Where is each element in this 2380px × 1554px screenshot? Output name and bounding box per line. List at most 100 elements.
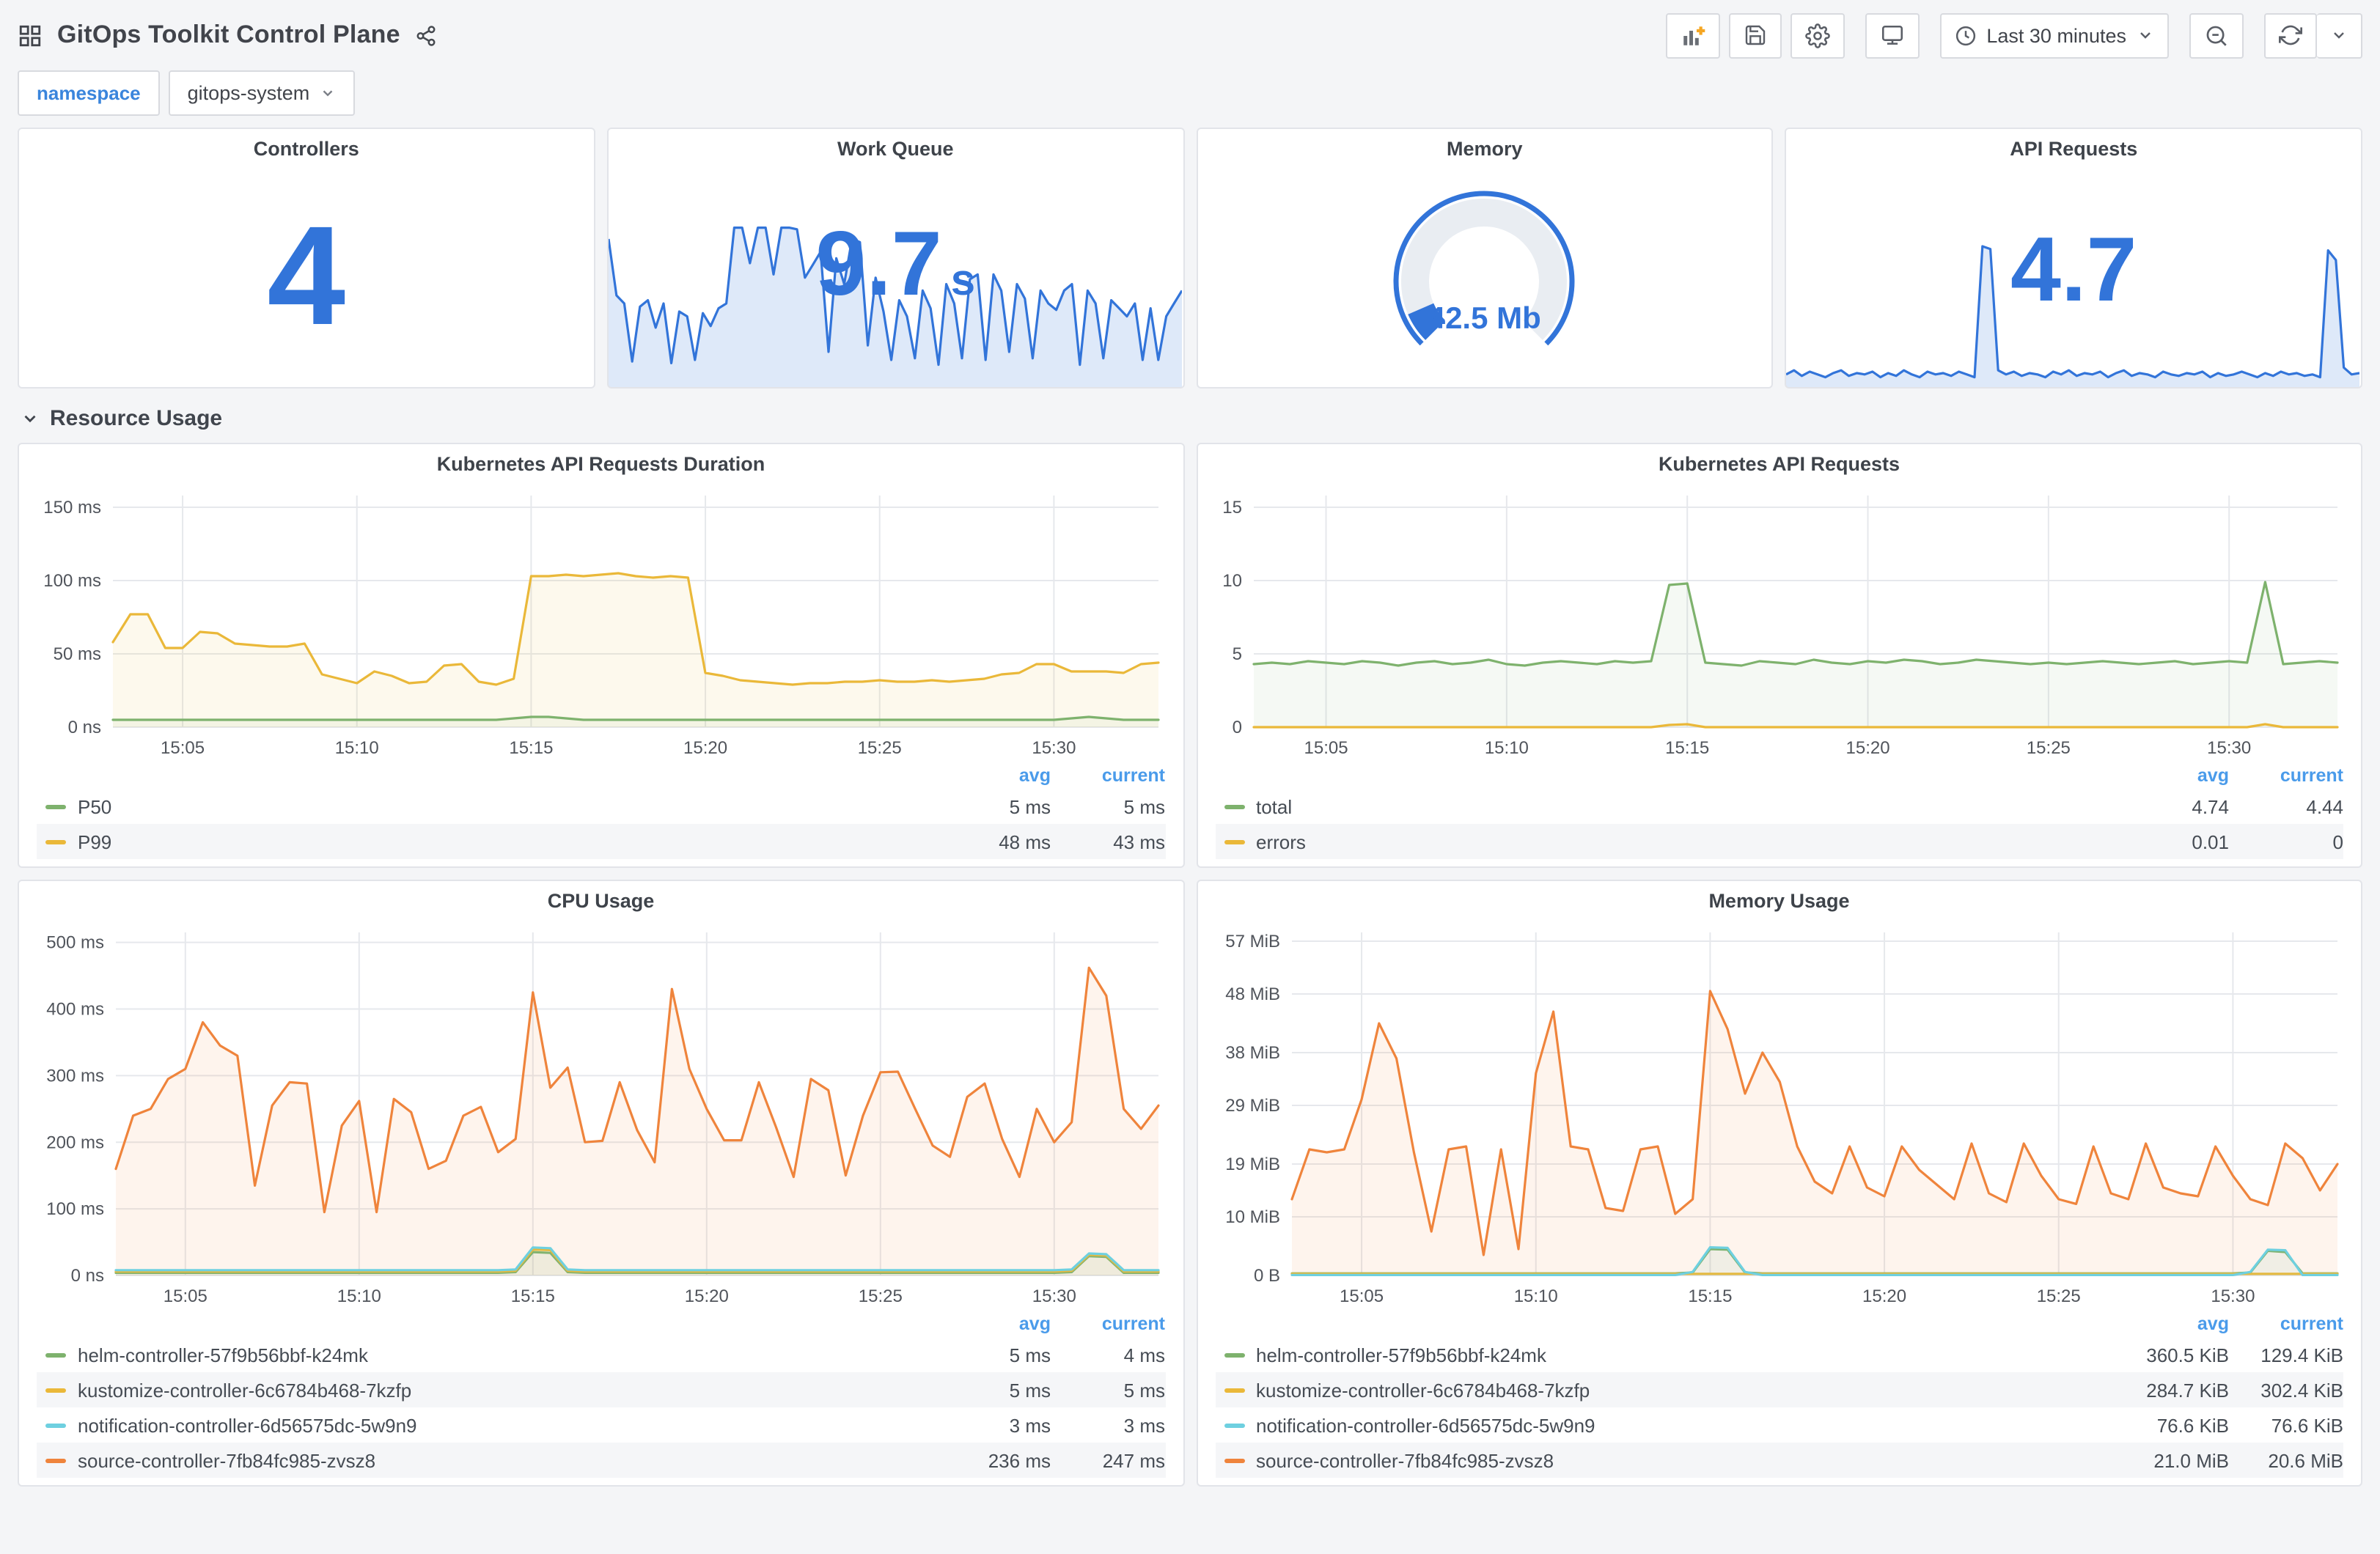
series-color-swatch [1224,839,1244,844]
submenu: namespace gitops-system [0,67,2380,128]
monitor-icon [1879,23,1904,48]
panel-title[interactable]: Memory [1197,129,1772,163]
series-label[interactable]: helm-controller-57f9b56bbf-k24mk [78,1344,936,1366]
legend: avg current total 4.74 4.44 errors 0.01 … [1209,762,2349,859]
page-title: GitOps Toolkit Control Plane [57,21,400,48]
series-color-swatch [1224,1388,1244,1392]
series-avg: 5 ms [1009,795,1051,817]
svg-text:15:15: 15:15 [1687,1286,1731,1306]
svg-text:29 MiB: 29 MiB [1224,1096,1279,1116]
chevron-down-icon [2330,26,2348,44]
dashboard-header: GitOps Toolkit Control Plane Last 30 min… [0,0,2380,67]
chevron-down-icon [320,85,336,101]
series-label[interactable]: notification-controller-6d56575dc-5w9n9 [1256,1414,2115,1436]
gear-icon [1804,23,1830,48]
add-panel-button[interactable] [1665,12,1720,58]
svg-text:15:10: 15:10 [335,738,379,758]
series-label[interactable]: helm-controller-57f9b56bbf-k24mk [1256,1344,2115,1366]
legend-sort-avg[interactable]: avg [936,1314,1051,1334]
memory-chart[interactable]: 15:05 15:10 15:15 15:20 15:25 15:30 0 B 10 MiB 1… [1209,915,2348,1311]
legend-row: notification-controller-6d56575dc-5w9n9 … [37,1407,1165,1443]
legend-row: P99 48 ms 43 ms [37,824,1165,859]
dashboard-toolbar: Last 30 minutes [1665,12,2362,58]
legend-sort-avg[interactable]: avg [936,765,1051,786]
series-label[interactable]: notification-controller-6d56575dc-5w9n9 [78,1414,936,1436]
cycle-view-button[interactable] [1865,12,1920,58]
work-queue-value: 9.7 [815,214,942,315]
svg-text:48 MiB: 48 MiB [1224,984,1279,1004]
panel-api-duration: Kubernetes API Requests Duration 15:05 15… [18,443,1184,868]
legend-sort-current[interactable]: current [2229,765,2343,786]
series-label[interactable]: errors [1256,831,2115,853]
series-label[interactable]: kustomize-controller-6c6784b468-7kzfp [78,1379,936,1401]
variable-label: namespace [18,70,160,116]
series-current: 302.4 KiB [2260,1379,2343,1401]
series-label[interactable]: source-controller-7fb84fc985-zvsz8 [1256,1449,2115,1471]
save-dashboard-button[interactable] [1728,12,1782,58]
series-color-swatch [45,1458,66,1462]
svg-text:300 ms: 300 ms [46,1066,104,1086]
svg-text:15:05: 15:05 [161,738,205,758]
legend-row: kustomize-controller-6c6784b468-7kzfp 28… [1215,1372,2343,1407]
series-avg: 3 ms [1009,1414,1051,1436]
panel-memory: Memory 42.5 Mb [1196,128,1774,388]
panel-title[interactable]: CPU Usage [31,881,1171,915]
namespace-select[interactable]: gitops-system [168,70,356,116]
series-avg: 360.5 KiB [2146,1344,2229,1366]
legend-sort-avg[interactable]: avg [2115,765,2229,786]
series-current: 5 ms [1123,1379,1165,1401]
series-label[interactable]: total [1256,795,2115,817]
row-resource-usage[interactable]: Resource Usage [0,388,2380,443]
legend-row: kustomize-controller-6c6784b468-7kzfp 5 … [37,1372,1165,1407]
svg-text:15:10: 15:10 [1484,738,1528,758]
panel-title[interactable]: Memory Usage [1209,881,2349,915]
zoom-out-button[interactable] [2189,12,2244,58]
svg-text:200 ms: 200 ms [46,1133,104,1152]
legend-row: source-controller-7fb84fc985-zvsz8 21.0 … [1215,1443,2343,1478]
work-queue-unit: s [950,257,976,305]
svg-text:57 MiB: 57 MiB [1224,932,1279,951]
legend-row: source-controller-7fb84fc985-zvsz8 236 m… [37,1443,1165,1478]
memory-gauge [1394,191,1576,346]
panel-title[interactable]: API Requests [1787,129,2362,163]
share-icon[interactable] [415,24,437,46]
legend-sort-current[interactable]: current [1051,765,1165,786]
charts-grid: Kubernetes API Requests Duration 15:05 15… [0,443,2380,1501]
series-color-swatch [45,839,66,844]
refresh-interval-dropdown[interactable] [2317,12,2362,58]
legend-sort-current[interactable]: current [2229,1314,2343,1334]
requests-chart[interactable]: 15:05 15:10 15:15 15:20 15:25 15:30 0 5 10 15 [1209,478,2348,762]
series-label[interactable]: kustomize-controller-6c6784b468-7kzfp [1256,1379,2115,1401]
series-label[interactable]: source-controller-7fb84fc985-zvsz8 [78,1449,936,1471]
legend-sort-current[interactable]: current [1051,1314,1165,1334]
series-avg: 0.01 [2192,831,2229,853]
duration-chart[interactable]: 15:05 15:10 15:15 15:20 15:25 15:30 0 ns 50 ms 1… [31,478,1170,762]
svg-text:0: 0 [1232,718,1241,737]
svg-text:15:15: 15:15 [509,738,553,758]
series-color-swatch [45,804,66,809]
panel-title[interactable]: Kubernetes API Requests [1209,444,2349,478]
sync-icon [2279,23,2302,47]
series-label[interactable]: P99 [78,831,936,853]
add-panel-icon [1680,23,1705,48]
series-avg: 5 ms [1009,1379,1051,1401]
svg-text:15:30: 15:30 [2206,738,2250,758]
series-current: 5 ms [1123,795,1165,817]
time-range-label: Last 30 minutes [1986,24,2126,46]
legend-sort-avg[interactable]: avg [2115,1314,2229,1334]
panel-title[interactable]: Kubernetes API Requests Duration [31,444,1171,478]
series-current: 20.6 MiB [2268,1449,2343,1471]
series-color-swatch [45,1388,66,1392]
cpu-chart[interactable]: 15:05 15:10 15:15 15:20 15:25 15:30 0 ns 100 ms… [31,915,1170,1311]
panel-title[interactable]: Work Queue [609,129,1183,163]
svg-text:15:10: 15:10 [1513,1286,1557,1306]
series-current: 4 ms [1123,1344,1165,1366]
refresh-button[interactable] [2264,12,2317,58]
dashboard-settings-button[interactable] [1790,12,1845,58]
clock-icon [1954,24,1976,46]
series-label[interactable]: P50 [78,795,936,817]
time-range-picker[interactable]: Last 30 minutes [1939,12,2169,58]
panel-title[interactable]: Controllers [19,129,594,163]
stat-row: Controllers 4 Work Queue 9.7 s Memory 42.… [0,128,2380,388]
legend-row: P50 5 ms 5 ms [37,789,1165,824]
